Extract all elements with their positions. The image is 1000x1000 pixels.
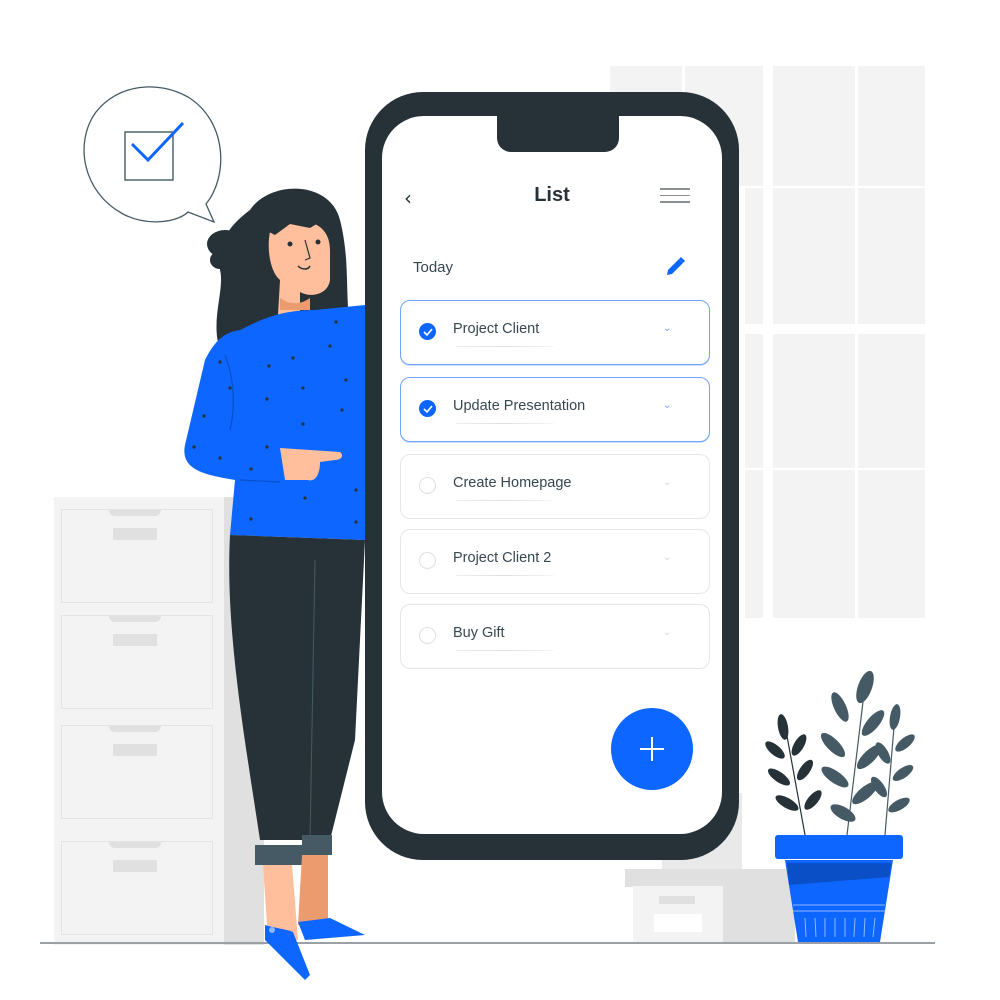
plant-leaves-left [765,714,822,836]
task-item[interactable]: Project Client ⌄ [400,300,710,365]
task-item[interactable]: Update Presentation ⌄ [400,377,710,442]
phone-notch [497,110,619,152]
task-item[interactable]: Project Client 2 ⌄ [400,529,710,594]
task-underline [456,500,554,501]
section-label: Today [413,259,454,276]
task-checkbox[interactable] [419,477,436,494]
chevron-down-icon[interactable]: ⌄ [663,552,671,563]
chevron-down-icon[interactable]: ⌄ [663,627,671,638]
box-front [633,886,723,943]
back-button[interactable]: ‹ [404,186,412,210]
task-checkbox[interactable] [419,552,436,569]
add-task-button[interactable] [611,708,693,790]
task-item[interactable]: Buy Gift ⌄ [400,604,710,669]
task-label: Project Client [453,321,540,337]
check-icon [423,405,433,413]
task-label: Project Client 2 [453,550,552,566]
pencil-icon [667,257,685,275]
chevron-down-icon[interactable]: ⌄ [663,477,671,488]
plus-icon [640,737,664,761]
check-icon [423,328,433,336]
task-label: Buy Gift [453,625,505,641]
task-label: Update Presentation [453,398,586,414]
task-underline [456,346,554,347]
task-item[interactable]: Create Homepage ⌄ [400,454,710,519]
task-checkbox[interactable] [419,627,436,644]
chevron-down-icon[interactable]: ⌄ [663,400,671,411]
chevron-left-icon: ‹ [404,186,412,210]
task-checkbox-checked[interactable] [419,400,436,417]
task-underline [456,650,554,651]
woman-illustration [184,188,365,980]
flower-pot [775,835,903,942]
task-checkbox-checked[interactable] [419,323,436,340]
task-underline [456,575,554,576]
potted-plant [765,670,915,942]
menu-button[interactable] [660,188,690,206]
edit-button[interactable] [664,256,686,278]
page-title: List [534,184,570,206]
task-label: Create Homepage [453,475,572,491]
hamburger-menu-icon [660,188,690,203]
chevron-down-icon[interactable]: ⌄ [663,323,671,334]
task-underline [456,423,554,424]
